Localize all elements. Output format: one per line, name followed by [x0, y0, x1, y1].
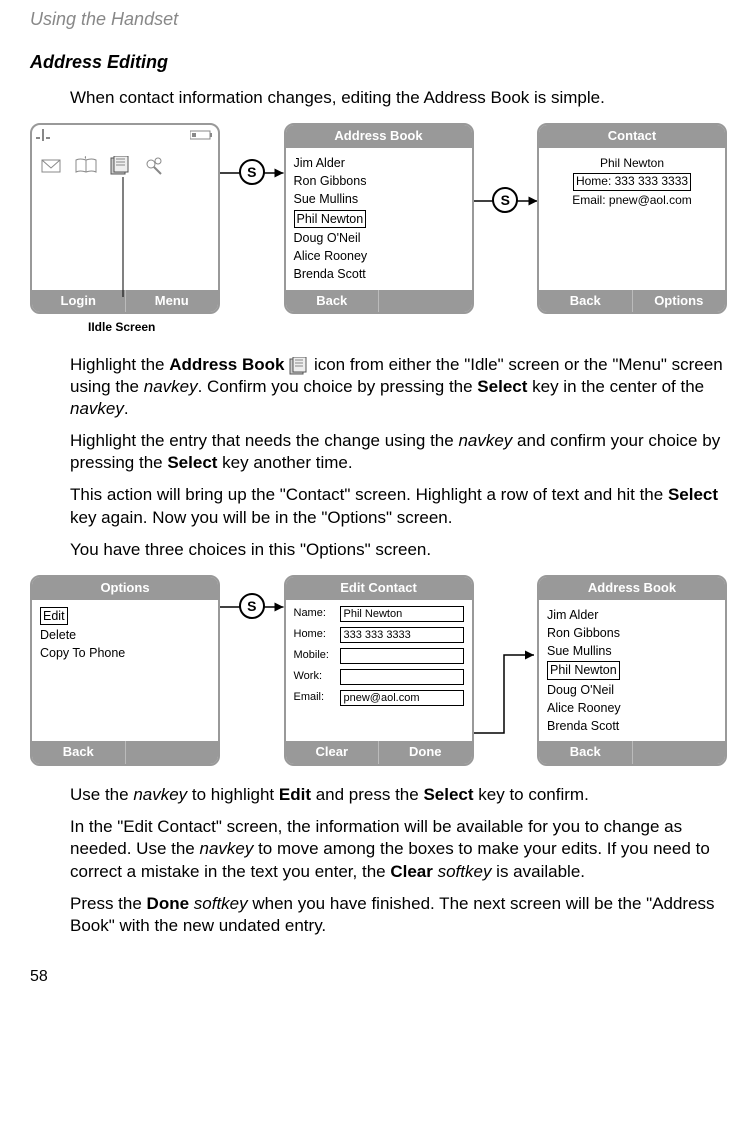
- paragraph: Use the navkey to highlight Edit and pre…: [70, 784, 727, 806]
- idle-screen-label: IIdle Screen: [88, 320, 727, 336]
- section-heading: Address Editing: [30, 51, 727, 74]
- mobile-field[interactable]: [340, 648, 464, 664]
- messages-icon: [40, 155, 64, 177]
- list-item[interactable]: Edit: [40, 606, 210, 626]
- softkey-back[interactable]: Back: [286, 290, 379, 313]
- screen-title: Address Book: [286, 125, 472, 148]
- list-item[interactable]: Phil Newton: [547, 660, 717, 680]
- softkey-blank: [378, 290, 472, 313]
- address-book-icon: [108, 155, 132, 177]
- list-item[interactable]: Alice Rooney: [294, 247, 464, 265]
- paragraph: Highlight the Address Book icon from eit…: [70, 354, 727, 420]
- screens-row-2: Options EditDeleteCopy To Phone Back S E…: [30, 575, 727, 767]
- chapter-heading: Using the Handset: [30, 8, 727, 31]
- list-item[interactable]: Doug O'Neil: [294, 229, 464, 247]
- list-item[interactable]: Brenda Scott: [294, 265, 464, 283]
- home-field[interactable]: 333 333 3333: [340, 627, 464, 643]
- softkey-options[interactable]: Options: [632, 290, 726, 313]
- screen-title: Contact: [539, 125, 725, 148]
- options-screen: Options EditDeleteCopy To Phone Back: [30, 575, 220, 767]
- softkey-menu[interactable]: Menu: [125, 290, 219, 313]
- work-field[interactable]: [340, 669, 464, 685]
- list-item[interactable]: Ron Gibbons: [547, 624, 717, 642]
- list-item[interactable]: Jim Alder: [294, 154, 464, 172]
- page-number: 58: [30, 967, 727, 988]
- list-item[interactable]: Ron Gibbons: [294, 172, 464, 190]
- softkey-login[interactable]: Login: [32, 290, 125, 313]
- softkey-back[interactable]: Back: [32, 741, 125, 764]
- paragraph: In the "Edit Contact" screen, the inform…: [70, 816, 727, 882]
- field-label: Home:: [294, 627, 334, 641]
- address-book-inline-icon: [289, 357, 309, 375]
- list-item[interactable]: Sue Mullins: [547, 642, 717, 660]
- field-label: Mobile:: [294, 648, 334, 662]
- paragraph: You have three choices in this "Options"…: [70, 539, 727, 561]
- paragraph: Highlight the entry that needs the chang…: [70, 430, 727, 474]
- list-item[interactable]: Delete: [40, 626, 210, 644]
- contact-email-row: Email: pnew@aol.com: [547, 193, 717, 209]
- edit-contact-screen: Edit Contact Name: Phil Newton Home: 333 3…: [284, 575, 474, 767]
- softkey-clear[interactable]: Clear: [286, 741, 379, 764]
- select-key-icon: S: [239, 159, 265, 185]
- select-key-icon: S: [239, 593, 265, 619]
- paragraph: Press the Done softkey when you have fin…: [70, 893, 727, 937]
- list-item[interactable]: Doug O'Neil: [547, 681, 717, 699]
- name-field[interactable]: Phil Newton: [340, 606, 464, 622]
- status-bar: [36, 129, 214, 141]
- screens-row-1: Login Menu S Address Book Jim AlderRon G…: [30, 123, 727, 315]
- contact-name: Phil Newton: [547, 156, 717, 172]
- address-book-screen-2: Address Book Jim AlderRon GibbonsSue Mul…: [537, 575, 727, 767]
- list-item[interactable]: Brenda Scott: [547, 717, 717, 735]
- field-label: Name:: [294, 606, 334, 620]
- list-item[interactable]: Copy To Phone: [40, 644, 210, 662]
- screen-title: Edit Contact: [286, 577, 472, 600]
- intro-paragraph: When contact information changes, editin…: [70, 87, 727, 109]
- softkey-back[interactable]: Back: [539, 290, 632, 313]
- idle-screen: Login Menu: [30, 123, 220, 315]
- screen-title: Options: [32, 577, 218, 600]
- softkey-done[interactable]: Done: [378, 741, 472, 764]
- paragraph: This action will bring up the "Contact" …: [70, 484, 727, 528]
- tools-icon: [142, 155, 166, 177]
- list-item[interactable]: Alice Rooney: [547, 699, 717, 717]
- address-book-screen: Address Book Jim AlderRon GibbonsSue Mul…: [284, 123, 474, 315]
- phonebook-icon: [74, 155, 98, 177]
- softkey-back[interactable]: Back: [539, 741, 632, 764]
- list-item[interactable]: Jim Alder: [547, 606, 717, 624]
- contact-home-row[interactable]: Home: 333 333 3333: [573, 173, 691, 191]
- email-field[interactable]: pnew@aol.com: [340, 690, 464, 706]
- contact-screen: Contact Phil Newton Home: 333 333 3333 E…: [537, 123, 727, 315]
- softkey-blank: [125, 741, 219, 764]
- field-label: Email:: [294, 690, 334, 704]
- list-item[interactable]: Phil Newton: [294, 209, 464, 229]
- field-label: Work:: [294, 669, 334, 683]
- select-key-icon: S: [492, 187, 518, 213]
- list-item[interactable]: Sue Mullins: [294, 190, 464, 208]
- softkey-blank: [632, 741, 726, 764]
- screen-title: Address Book: [539, 577, 725, 600]
